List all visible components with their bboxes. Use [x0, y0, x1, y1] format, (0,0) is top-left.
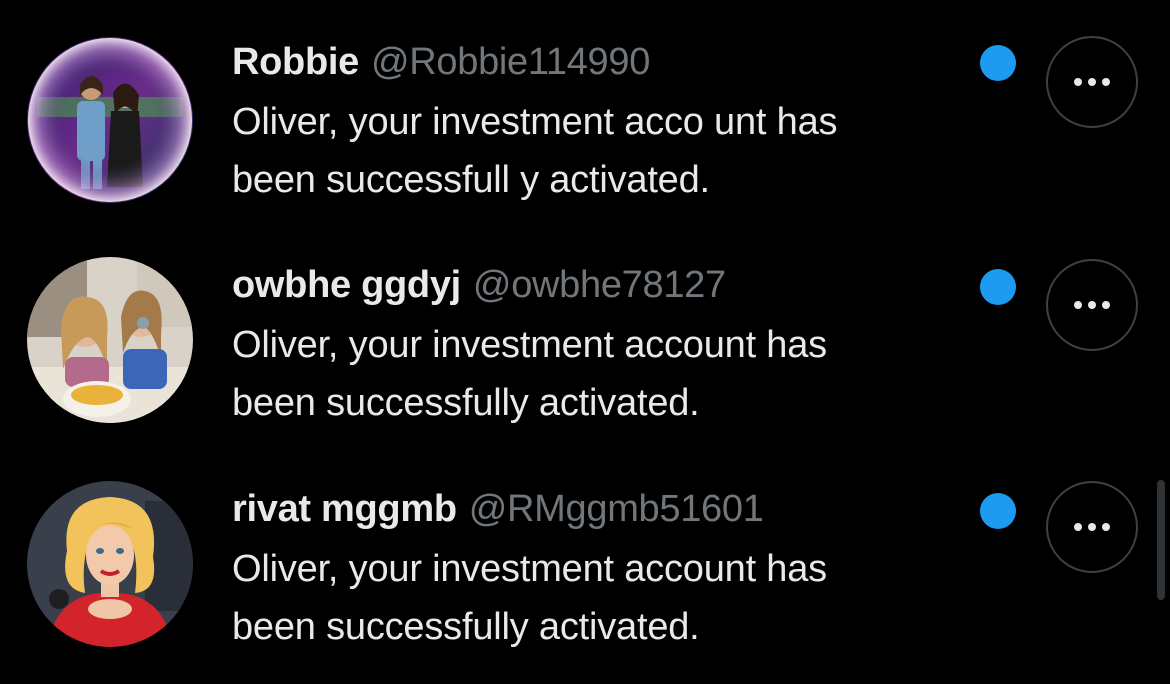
- sender-name[interactable]: owbhe ggdyj: [232, 264, 461, 306]
- unread-dot-icon: [980, 269, 1016, 305]
- message-line: been successfully activated.: [232, 606, 700, 648]
- message-header: rivat mggmb @RMggmb51601: [232, 484, 764, 534]
- message-line: been successfull y activated.: [232, 159, 710, 201]
- message-line: Oliver, your investment account has: [232, 324, 827, 366]
- message-row[interactable]: Robbie @Robbie114990 Oliver, your investm…: [0, 0, 1170, 222]
- message-header: owbhe ggdyj @owbhe78127: [232, 260, 726, 310]
- message-header: Robbie @Robbie114990: [232, 37, 650, 87]
- more-options-button[interactable]: [1046, 481, 1138, 573]
- more-horizontal-icon: [1074, 78, 1110, 86]
- avatar[interactable]: [27, 257, 193, 423]
- more-horizontal-icon: [1074, 523, 1110, 531]
- message-row[interactable]: rivat mggmb @RMggmb51601 Oliver, your inv…: [0, 448, 1170, 670]
- unread-dot-icon: [980, 45, 1016, 81]
- sender-name[interactable]: Robbie: [232, 41, 359, 83]
- message-row[interactable]: owbhe ggdyj @owbhe78127 Oliver, your inve…: [0, 224, 1170, 446]
- avatar[interactable]: [27, 37, 193, 203]
- sender-handle[interactable]: @owbhe78127: [473, 264, 726, 306]
- avatar[interactable]: [27, 481, 193, 647]
- message-preview: Oliver, your investment acco unt has bee…: [232, 93, 992, 209]
- sender-name[interactable]: rivat mggmb: [232, 488, 457, 530]
- avatar-image: [27, 37, 193, 203]
- more-options-button[interactable]: [1046, 259, 1138, 351]
- message-line: Oliver, your investment account has: [232, 548, 827, 590]
- unread-dot-icon: [980, 493, 1016, 529]
- avatar-image: [27, 481, 193, 647]
- message-preview: Oliver, your investment account has been…: [232, 316, 992, 432]
- message-line: been successfully activated.: [232, 382, 700, 424]
- scrollbar[interactable]: [1157, 480, 1165, 600]
- message-line: Oliver, your investment acco unt has: [232, 101, 838, 143]
- message-preview: Oliver, your investment account has been…: [232, 540, 992, 656]
- more-horizontal-icon: [1074, 301, 1110, 309]
- sender-handle[interactable]: @RMggmb51601: [469, 488, 764, 530]
- more-options-button[interactable]: [1046, 36, 1138, 128]
- message-list: Robbie @Robbie114990 Oliver, your investm…: [0, 0, 1170, 684]
- avatar-image: [27, 257, 193, 423]
- sender-handle[interactable]: @Robbie114990: [371, 41, 650, 83]
